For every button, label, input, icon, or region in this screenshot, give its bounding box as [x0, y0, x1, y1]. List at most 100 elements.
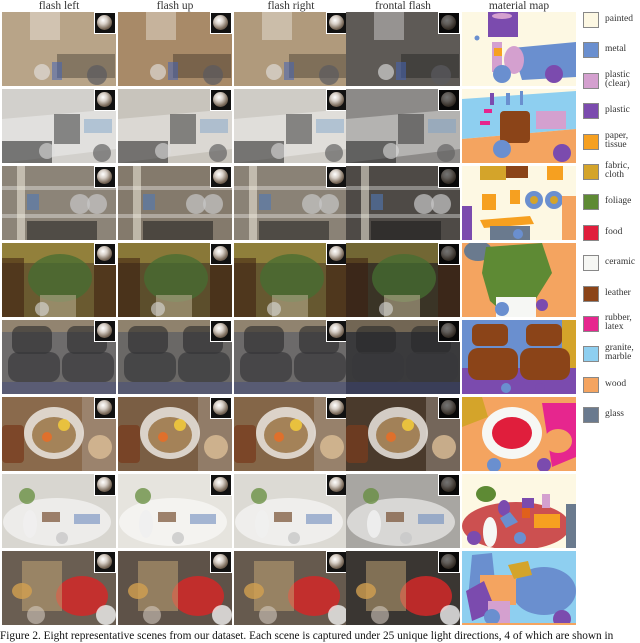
scene-photo-flash-left	[2, 243, 116, 317]
chrome-sphere-probe-icon	[94, 320, 116, 342]
scene-photo-flash-right	[234, 397, 348, 471]
material-map	[462, 397, 576, 471]
legend-item: paper, tissue	[583, 130, 640, 160]
chrome-sphere-probe-icon	[210, 397, 232, 419]
legend-item: painted	[583, 8, 640, 38]
legend-swatch	[583, 12, 599, 28]
chrome-sphere-probe-icon	[438, 12, 460, 34]
legend-item: rubber, latex	[583, 312, 640, 342]
legend-item: metal	[583, 38, 640, 68]
chrome-sphere-probe-icon	[210, 551, 232, 573]
chrome-sphere-probe-icon	[326, 320, 348, 342]
material-map	[462, 89, 576, 163]
chrome-sphere-probe-icon	[94, 551, 116, 573]
chrome-sphere-probe-icon	[326, 243, 348, 265]
legend-swatch	[583, 316, 599, 332]
scene-photo-flash-right	[234, 320, 348, 394]
legend-item: plastic	[583, 99, 640, 129]
legend-swatch	[583, 103, 599, 120]
material-map	[462, 320, 576, 394]
legend-label: fabric, cloth	[605, 161, 630, 180]
chrome-sphere-probe-icon	[438, 166, 460, 188]
material-map	[462, 474, 576, 548]
scene-photo-flash-left	[2, 397, 116, 471]
legend-label: plastic (clear)	[605, 69, 630, 89]
scene-photo-flash-right	[234, 243, 348, 317]
column-header-material-map: material map	[488, 0, 550, 12]
column-header-frontal-flash: frontal flash	[375, 0, 431, 12]
chrome-sphere-probe-icon	[438, 320, 460, 342]
legend-label: food	[605, 226, 623, 237]
scene-photo-flash-up	[118, 397, 232, 471]
scene-photo-flash-right	[234, 551, 348, 625]
scene-photo-frontal-flash	[346, 89, 460, 163]
legend-label: paper, tissue	[605, 130, 629, 150]
legend-item: plastic (clear)	[583, 69, 640, 99]
legend-swatch	[583, 194, 599, 211]
chrome-sphere-probe-icon	[326, 12, 348, 34]
legend-swatch	[583, 133, 599, 150]
chrome-sphere-probe-icon	[94, 397, 116, 419]
legend-label: painted	[605, 14, 633, 24]
chrome-sphere-probe-icon	[210, 474, 232, 496]
scene-photo-flash-right	[234, 12, 348, 86]
chrome-sphere-probe-icon	[210, 243, 232, 265]
legend-swatch	[583, 224, 599, 241]
legend-swatch	[583, 42, 599, 59]
legend-item: foliage	[583, 190, 640, 220]
legend-swatch	[583, 255, 599, 272]
chrome-sphere-probe-icon	[210, 320, 232, 342]
scene-photo-flash-right	[234, 166, 348, 240]
legend-swatch	[583, 164, 599, 180]
legend-label: foliage	[605, 196, 632, 207]
column-header-flash-right: flash right	[267, 0, 315, 12]
scene-photo-frontal-flash	[346, 551, 460, 625]
figure: flash left flash up flash right frontal …	[0, 0, 640, 643]
scene-photo-flash-up	[118, 320, 232, 394]
legend-swatch	[583, 376, 599, 393]
scene-photo-flash-right	[234, 474, 348, 548]
material-map	[462, 551, 576, 625]
chrome-sphere-probe-icon	[326, 551, 348, 573]
scene-photo-frontal-flash	[346, 166, 460, 240]
scene-photo-flash-up	[118, 166, 232, 240]
chrome-sphere-probe-icon	[210, 166, 232, 188]
chrome-sphere-probe-icon	[438, 243, 460, 265]
chrome-sphere-probe-icon	[94, 12, 116, 34]
material-map	[462, 166, 576, 240]
figure-caption: Figure 2. Eight representative scenes fr…	[0, 630, 614, 642]
legend-item: granite, marble	[583, 342, 640, 372]
legend-swatch	[583, 72, 599, 89]
scene-photo-flash-up	[118, 12, 232, 86]
legend-swatch	[583, 407, 599, 424]
scene-photo-frontal-flash	[346, 397, 460, 471]
legend-label: metal	[605, 44, 627, 55]
scene-photo-frontal-flash	[346, 474, 460, 548]
legend-label: glass	[605, 409, 624, 420]
legend-swatch	[583, 285, 599, 302]
scene-photo-flash-right	[234, 89, 348, 163]
scene-photo-flash-up	[118, 89, 232, 163]
scene-photo-frontal-flash	[346, 320, 460, 394]
scene-photo-flash-left	[2, 474, 116, 548]
scene-photo-flash-left	[2, 320, 116, 394]
chrome-sphere-probe-icon	[438, 474, 460, 496]
chrome-sphere-probe-icon	[94, 243, 116, 265]
scene-photo-flash-up	[118, 551, 232, 625]
chrome-sphere-probe-icon	[210, 89, 232, 111]
scene-photo-frontal-flash	[346, 243, 460, 317]
material-map	[462, 243, 576, 317]
scene-photo-flash-left	[2, 12, 116, 86]
chrome-sphere-probe-icon	[438, 551, 460, 573]
legend-item: ceramic	[583, 251, 640, 281]
chrome-sphere-probe-icon	[326, 397, 348, 419]
legend-label: wood	[605, 378, 627, 389]
legend-item: fabric, cloth	[583, 160, 640, 190]
legend-label: rubber, latex	[605, 313, 632, 332]
legend-item: leather	[583, 282, 640, 312]
scene-photo-flash-left	[2, 89, 116, 163]
chrome-sphere-probe-icon	[326, 166, 348, 188]
legend-item: food	[583, 221, 640, 251]
chrome-sphere-probe-icon	[94, 474, 116, 496]
legend-label: leather	[605, 287, 631, 298]
